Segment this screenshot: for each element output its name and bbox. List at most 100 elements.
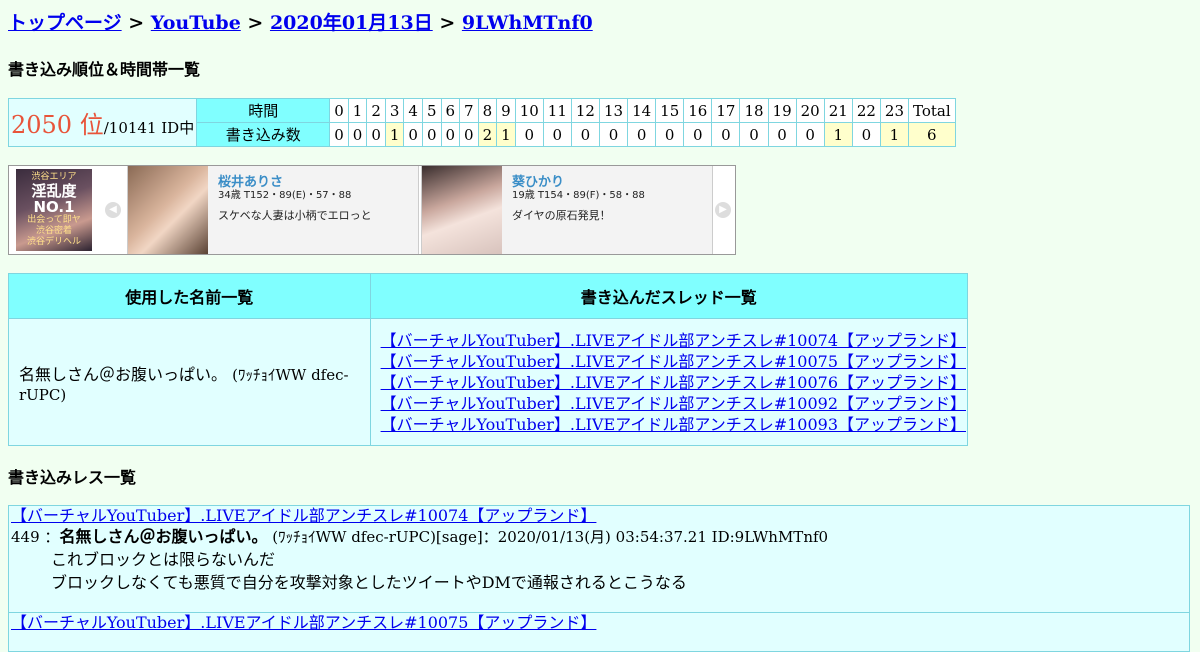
count-cell: 0 [739,122,769,147]
count-cell: 0 [514,122,544,147]
hour-cell: 14 [627,98,657,123]
names-cell: 名無しさん＠お腹いっぱい。 (ﾜｯﾁｮｲWW dfec-rUPC) [8,318,371,446]
post-meta-info: (ﾜｯﾁｮｲWW dfec-rUPC)[sage]：2020/01/13(月) … [272,528,829,546]
ad-carousel[interactable]: 渋谷エリア 淫乱度NO.1 出会って即ヤ 渋谷密着 渋谷デリヘル ◀ 桜井ありさ… [8,165,736,255]
count-cell: 1 [496,122,516,147]
count-cell: 0 [795,122,825,147]
count-cell: 0 [711,122,741,147]
carousel-next-icon[interactable]: ▶ [715,202,731,218]
hour-cell: 23 [879,98,910,123]
count-cell: 0 [459,122,479,147]
ad-card-desc: ダイヤの原石発見！ [512,209,611,222]
post-body: これブロックとは限らないんだ⁠ ブロックしなくても悪質で自分を攻撃対象としたツイ… [9,548,1189,600]
carousel-prev-icon[interactable]: ◀ [105,202,121,218]
ad-banner-line: 渋谷密着 [35,226,72,236]
post-number: 449 [11,528,40,546]
post-line: ブロックしなくても悪質で自分を攻撃対象としたツイートやDMで通報されるとこうなる [51,573,687,592]
hour-cell: 20 [795,98,825,123]
hour-cell: 10 [514,98,544,123]
names-column-header: 使用した名前一覧 [8,273,371,319]
hour-cell: 11 [542,98,572,123]
thread-link[interactable]: 【バーチャルYouTuber】.LIVEアイドル部アンチスレ#10074【アップ… [381,330,966,351]
count-cell: 0 [366,122,386,147]
total-header: Total [908,98,956,123]
hour-cell: 4 [403,98,423,123]
hour-cell: 17 [711,98,741,123]
count-cell: 1 [879,122,910,147]
post-thread-link[interactable]: 【バーチャルYouTuber】.LIVEアイドル部アンチスレ#10074【アップ… [9,506,1189,526]
hour-cell: 13 [598,98,629,123]
count-cell: 0 [542,122,572,147]
post-thread-link[interactable]: 【バーチャルYouTuber】.LIVEアイドル部アンチスレ#10075【アップ… [9,613,1189,633]
breadcrumb-id-link[interactable]: 9LWhMTnf0 [462,12,593,34]
ad-banner[interactable]: 渋谷エリア 淫乱度NO.1 出会って即ヤ 渋谷密着 渋谷デリヘル [16,169,92,251]
post-line: これブロックとは限らないんだ⁠ [51,550,276,569]
post-separator: ： [44,528,60,546]
count-cell: 0 [570,122,600,147]
count-cell: 0 [627,122,657,147]
rank-cell: 2050 位/10141 ID中 [7,98,198,147]
ad-photo [422,166,502,254]
breadcrumb: トップページ > YouTube > 2020年01月13日 > 9LWhMTn… [8,8,593,35]
post-header: 449 ：名無しさん＠お腹いっぱい。 (ﾜｯﾁｮｲWW dfec-rUPC)[s… [9,526,1189,548]
post-author: 名無しさん＠お腹いっぱい。 [59,527,268,546]
hour-cell: 5 [421,98,442,123]
hour-cell: 16 [683,98,713,123]
rank-table: 2050 位/10141 ID中 時間 0 1 2 3 4 5 6 7 8 9 10 11 12 13 14… [7,98,956,147]
breadcrumb-date-link[interactable]: 2020年01月13日 [270,12,433,34]
count-cell: 0 [421,122,442,147]
hour-cell: 19 [767,98,797,123]
hour-cell: 0 [329,98,349,123]
hour-cell: 8 [477,98,498,123]
breadcrumb-separator: > [128,12,145,34]
hour-cell: 7 [459,98,479,123]
count-cell: 0 [767,122,797,147]
rank-position: 2050 位 [11,111,104,139]
count-cell: 0 [403,122,423,147]
threads-column-header: 書き込んだスレッド一覧 [369,273,969,319]
count-cell: 1 [823,122,853,147]
posts-section-title: 書き込みレス一覧 [8,468,137,487]
names-threads-table: 使用した名前一覧 書き込んだスレッド一覧 名無しさん＠お腹いっぱい。 (ﾜｯﾁｮ… [8,273,969,446]
ad-card-stats: 34歳 T152・89(E)・57・88 [218,190,352,201]
poster-name: 名無しさん＠お腹いっぱい。 [19,364,228,384]
thread-link[interactable]: 【バーチャルYouTuber】.LIVEアイドル部アンチスレ#10075【アップ… [381,351,966,372]
count-cell: 0 [655,122,685,147]
post-item: 【バーチャルYouTuber】.LIVEアイドル部アンチスレ#10075【アップ… [8,612,1190,652]
breadcrumb-separator: > [247,12,264,34]
thread-link[interactable]: 【バーチャルYouTuber】.LIVEアイドル部アンチスレ#10092【アップ… [381,393,966,414]
count-cell: 0 [440,122,461,147]
threads-cell: 【バーチャルYouTuber】.LIVEアイドル部アンチスレ#10074【アップ… [369,318,969,446]
ad-banner-line: 出会って即ヤ [27,215,81,225]
breadcrumb-separator: > [439,12,456,34]
hour-cell: 22 [851,98,881,123]
hour-cell: 12 [570,98,600,123]
thread-link[interactable]: 【バーチャルYouTuber】.LIVEアイドル部アンチスレ#10093【アップ… [381,414,966,435]
hour-cell: 3 [384,98,405,123]
ad-banner-line: 淫乱度NO.1 [31,182,77,216]
thread-link[interactable]: 【バーチャルYouTuber】.LIVEアイドル部アンチスレ#10076【アップ… [381,372,966,393]
time-row-label: 時間 [196,98,331,123]
ad-photo [128,166,208,254]
breadcrumb-site-link[interactable]: YouTube [151,12,241,34]
ad-banner-line: 渋谷デリヘル [26,237,81,247]
hour-cell: 15 [655,98,685,123]
count-cell: 0 [598,122,629,147]
ad-card[interactable]: 葵ひかり 19歳 T154・89(F)・58・88 ダイヤの原石発見！ [421,166,713,254]
rank-section-title: 書き込み順位＆時間帯一覧 [8,60,201,79]
hour-cell: 1 [347,98,368,123]
hour-cell: 2 [366,98,386,123]
total-count: 6 [908,122,956,147]
count-cell: 0 [683,122,713,147]
breadcrumb-top-link[interactable]: トップページ [8,12,122,34]
hour-cell: 9 [496,98,516,123]
ad-card[interactable]: 桜井ありさ 34歳 T152・89(E)・57・88 スケベな人妻は小柄でエロっ… [127,166,419,254]
hour-cell: 18 [739,98,769,123]
post-item: 【バーチャルYouTuber】.LIVEアイドル部アンチスレ#10074【アップ… [8,505,1190,613]
count-row-label: 書き込み数 [196,122,331,147]
count-cell: 0 [329,122,349,147]
ad-card-stats: 19歳 T154・89(F)・58・88 [512,190,645,201]
hour-cell: 6 [440,98,461,123]
count-cell: 1 [384,122,405,147]
count-cell: 0 [851,122,881,147]
